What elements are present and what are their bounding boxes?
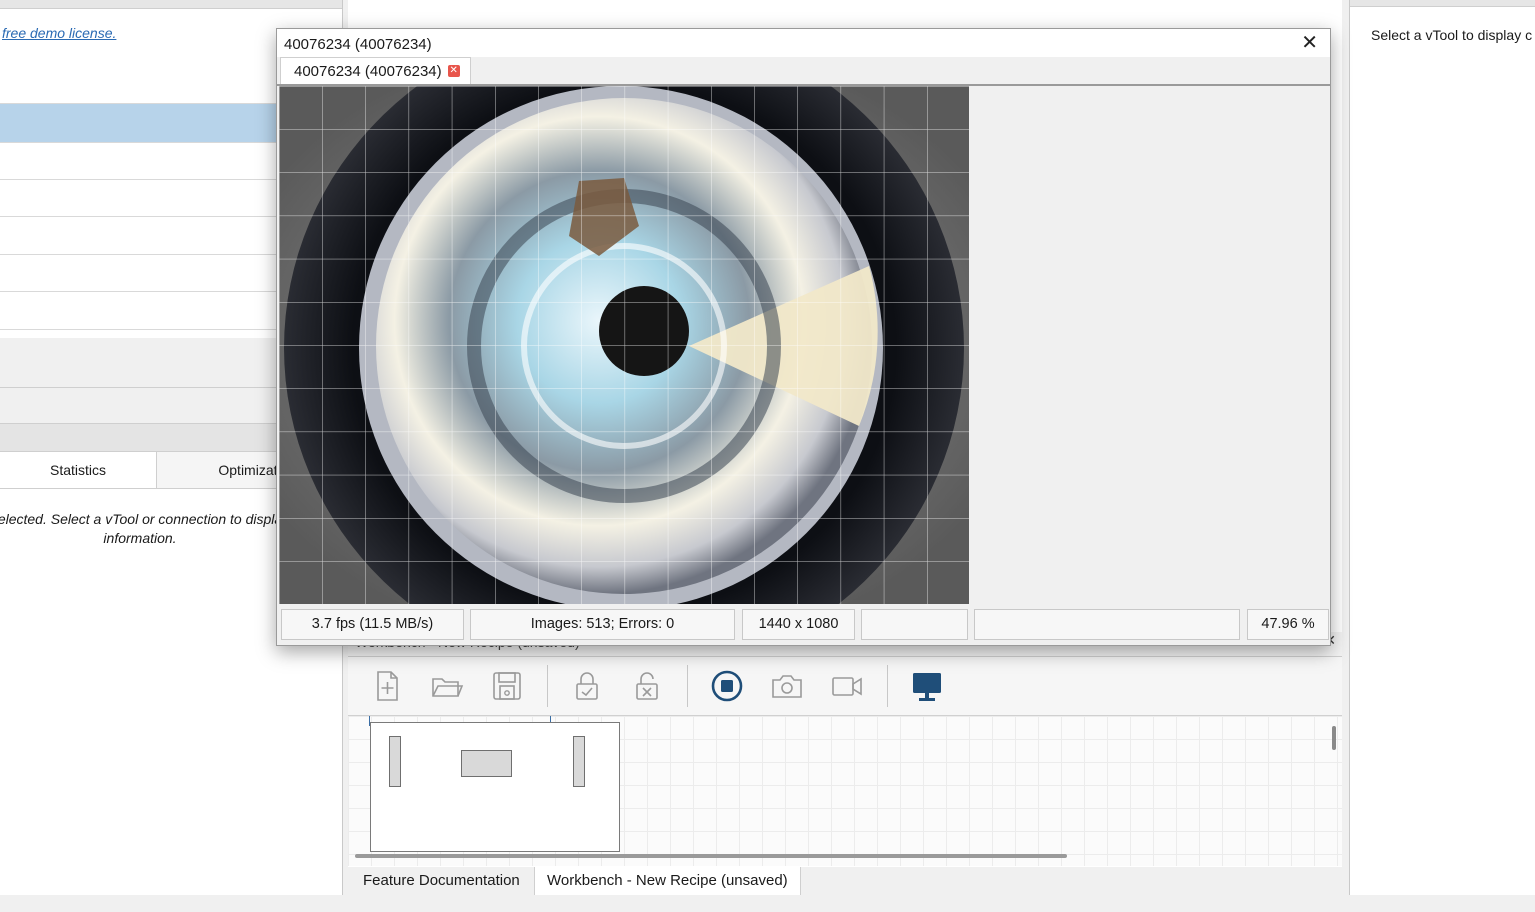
open-folder-icon[interactable] (430, 669, 464, 703)
tab-statistics[interactable]: Statistics (0, 452, 157, 489)
close-icon[interactable]: ✕ (1301, 33, 1318, 53)
app-status-bar (0, 895, 1535, 912)
node-body (461, 750, 512, 777)
empty-status-field (861, 609, 968, 640)
toolbar-separator (887, 665, 888, 707)
tab-feature-documentation[interactable]: Feature Documentation (351, 867, 532, 895)
unlock-icon[interactable] (630, 669, 664, 703)
tab-camera[interactable]: 40076234 (40076234) ✕ (280, 57, 471, 85)
demo-license-link[interactable]: free demo license. (2, 25, 116, 41)
no-selection-message: elected. Select a vTool or connection to… (0, 510, 300, 548)
window-title: 40076234 (40076234) (284, 36, 432, 53)
camera-icon[interactable] (770, 669, 804, 703)
image-count-readout: Images: 513; Errors: 0 (470, 609, 735, 640)
stop-icon[interactable] (710, 669, 744, 703)
video-icon[interactable] (830, 669, 864, 703)
no-selection-text: elected. Select a vTool or connection to… (0, 511, 283, 546)
tab-camera-label: 40076234 (40076234) (294, 63, 442, 80)
fps-readout: 3.7 fps (11.5 MB/s) (281, 609, 464, 640)
vertical-scrollbar[interactable] (1332, 726, 1336, 750)
window-titlebar[interactable]: 40076234 (40076234) ✕ (277, 29, 1330, 57)
vtool-hint-text: Select a vTool to display c (1371, 27, 1533, 43)
new-recipe-icon[interactable] (370, 669, 404, 703)
tab-close-icon[interactable]: ✕ (447, 64, 460, 77)
camera-vtool-node[interactable] (370, 722, 620, 852)
save-icon[interactable] (490, 669, 524, 703)
resolution-readout: 1440 x 1080 (742, 609, 855, 640)
camera-image[interactable] (279, 86, 969, 604)
zoom-readout: 47.96 % (1247, 609, 1329, 640)
recipe-canvas[interactable] (348, 716, 1342, 866)
horizontal-scrollbar[interactable] (355, 854, 1067, 858)
viewer-status-bar: 3.7 fps (11.5 MB/s) Images: 513; Errors:… (277, 607, 1330, 640)
input-pin[interactable] (389, 736, 401, 787)
left-panel-header (0, 0, 342, 9)
toolbar-separator (687, 665, 688, 707)
lock-icon[interactable] (570, 669, 604, 703)
bottom-tab-bar: Feature Documentation Workbench - New Re… (348, 867, 1342, 896)
output-pin[interactable] (573, 736, 585, 787)
workbench-toolbar (348, 657, 1342, 716)
image-viewer[interactable] (279, 86, 1328, 604)
right-panel-header (1350, 0, 1535, 7)
toolbar-separator (547, 665, 548, 707)
tab-workbench[interactable]: Workbench - New Recipe (unsaved) (534, 867, 801, 896)
right-panel: Select a vTool to display c (1349, 0, 1535, 895)
camera-image-window: 40076234 (40076234) ✕ 40076234 (40076234… (276, 28, 1331, 646)
monitor-icon[interactable] (910, 669, 944, 703)
empty-status-field (974, 609, 1240, 640)
